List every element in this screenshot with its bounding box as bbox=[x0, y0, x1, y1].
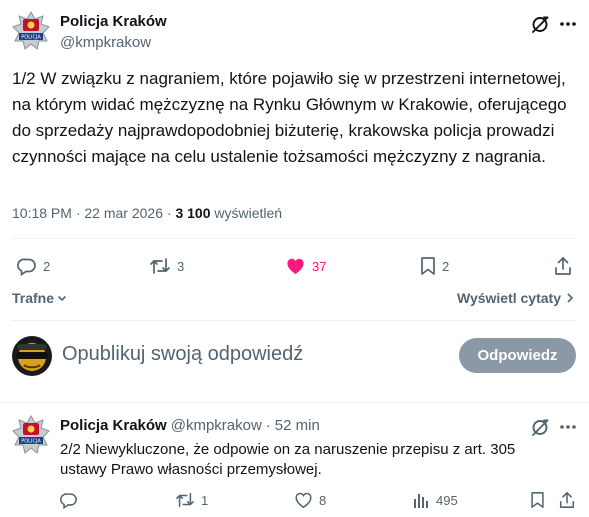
like-button[interactable]: 8 bbox=[294, 491, 326, 509]
views-count: 495 bbox=[436, 492, 458, 508]
svg-text:POLICJA: POLICJA bbox=[21, 439, 41, 445]
reply-button[interactable] bbox=[60, 491, 84, 509]
grok-icon[interactable] bbox=[530, 417, 550, 437]
tweet-meta: 10:18 PM · 22 mar 2026 · 3 100 wyświetle… bbox=[12, 205, 282, 221]
repost-icon bbox=[150, 258, 170, 274]
reply-tweet-text: 2/2 Niewykluczone, że odpowie on za naru… bbox=[60, 441, 516, 478]
views-button[interactable]: 495 bbox=[412, 491, 458, 509]
like-count: 37 bbox=[312, 258, 327, 274]
bookmark-count: 2 bbox=[442, 258, 450, 274]
more-icon[interactable] bbox=[558, 417, 578, 437]
author-handle[interactable]: @kmpkrakow bbox=[60, 34, 151, 51]
svg-text:POLICJA: POLICJA bbox=[21, 35, 41, 41]
more-icon[interactable] bbox=[558, 14, 578, 34]
tweet-text: 1/2 W związku z nagraniem, które pojawił… bbox=[12, 69, 567, 166]
police-badge-icon[interactable]: POLICJA bbox=[12, 414, 50, 455]
views-icon bbox=[414, 494, 428, 508]
chevron-right-icon bbox=[567, 293, 574, 303]
reply-author-handle[interactable]: @kmpkrakow bbox=[171, 417, 262, 434]
repost-count: 3 bbox=[177, 258, 185, 274]
reply-time[interactable]: 52 min bbox=[275, 417, 320, 434]
reply-button[interactable]: 2 bbox=[17, 256, 50, 276]
views-count: 3 100 bbox=[175, 205, 211, 221]
repost-button[interactable]: 1 bbox=[175, 491, 208, 509]
share-icon bbox=[559, 492, 575, 508]
reply-separator: · bbox=[265, 417, 271, 434]
chevron-down-icon bbox=[57, 295, 67, 302]
repost-button[interactable]: 3 bbox=[149, 256, 184, 276]
divider bbox=[0, 402, 589, 403]
share-button[interactable] bbox=[553, 256, 573, 276]
reply-submit-button[interactable]: Odpowiedz bbox=[459, 338, 576, 373]
reply-count: 2 bbox=[43, 258, 51, 274]
grok-icon[interactable] bbox=[530, 14, 550, 34]
like-icon bbox=[295, 492, 312, 509]
quotes-label: Wyświetl cytaty bbox=[456, 290, 561, 306]
reply-input[interactable]: Opublikuj swoją odpowiedź bbox=[62, 343, 303, 366]
sort-dropdown[interactable]: Trafne bbox=[12, 290, 68, 306]
reply-author-name[interactable]: Policja Kraków bbox=[60, 417, 167, 434]
sort-label: Trafne bbox=[12, 290, 55, 306]
reply-tweet-header: Policja Kraków @kmpkrakow · 52 min bbox=[60, 417, 320, 434]
repost-icon bbox=[176, 492, 194, 508]
like-count: 8 bbox=[319, 492, 327, 508]
author-name[interactable]: Policja Kraków bbox=[60, 13, 167, 30]
divider bbox=[12, 320, 577, 321]
reply-icon bbox=[60, 493, 77, 509]
avatar[interactable] bbox=[12, 336, 52, 376]
like-button[interactable]: 37 bbox=[285, 256, 326, 276]
reply-icon bbox=[17, 258, 36, 276]
share-icon bbox=[555, 257, 571, 275]
view-quotes-link[interactable]: Wyświetl cytaty bbox=[457, 290, 575, 306]
bookmark-icon bbox=[531, 492, 544, 508]
bookmark-button[interactable] bbox=[530, 491, 545, 509]
police-badge-icon[interactable]: POLICJA bbox=[12, 10, 50, 51]
share-button[interactable] bbox=[558, 491, 576, 509]
bookmark-icon bbox=[421, 257, 435, 275]
tweet-time[interactable]: 10:18 PM bbox=[12, 205, 72, 221]
like-icon bbox=[287, 258, 304, 274]
views-label: wyświetleń bbox=[214, 205, 283, 221]
repost-count: 1 bbox=[201, 492, 209, 508]
bookmark-button[interactable]: 2 bbox=[420, 256, 449, 276]
tweet-date[interactable]: 22 mar 2026 bbox=[84, 205, 163, 221]
divider bbox=[12, 238, 577, 239]
